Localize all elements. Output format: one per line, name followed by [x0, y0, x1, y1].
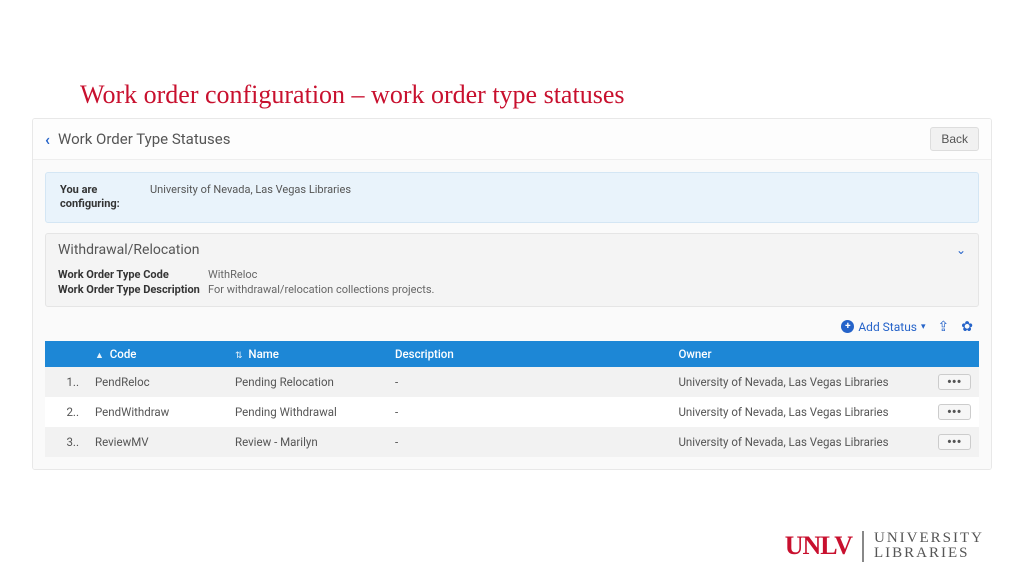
page-title: Work Order Type Statuses: [58, 130, 930, 148]
row-code: PendReloc: [87, 367, 227, 397]
configuring-value: University of Nevada, Las Vegas Librarie…: [150, 183, 351, 212]
table-action-bar: + Add Status ▾ ⇪ ✿: [45, 315, 979, 341]
unlv-wordmark: UNLV: [785, 531, 852, 561]
table-row: 1.. PendReloc Pending Relocation - Unive…: [45, 367, 979, 397]
status-table: ▲ Code ⇅ Name Description Owner 1.. Pend…: [45, 341, 979, 457]
row-owner: University of Nevada, Las Vegas Librarie…: [670, 397, 930, 427]
type-details: Work Order Type Code WithReloc Work Orde…: [46, 268, 978, 306]
plus-circle-icon: +: [841, 320, 854, 333]
row-description: -: [387, 427, 670, 457]
row-description: -: [387, 397, 670, 427]
type-code-label: Work Order Type Code: [58, 268, 208, 281]
row-name: Pending Relocation: [227, 367, 387, 397]
col-header-code[interactable]: ▲ Code: [87, 341, 227, 367]
slide-title: Work order configuration – work order ty…: [80, 80, 624, 110]
chevron-down-icon[interactable]: ⌄: [956, 243, 966, 257]
row-description: -: [387, 367, 670, 397]
status-table-head: ▲ Code ⇅ Name Description Owner: [45, 341, 979, 367]
export-icon[interactable]: ⇪: [938, 319, 950, 335]
configuring-banner: You are configuring: University of Nevad…: [45, 172, 979, 223]
col-header-actions: [930, 341, 979, 367]
gear-icon[interactable]: ✿: [961, 319, 973, 335]
caret-down-icon: ▾: [921, 322, 926, 332]
work-order-type-panel: Withdrawal/Relocation ⌄ Work Order Type …: [45, 233, 979, 307]
col-header-name-label: Name: [248, 347, 279, 361]
sort-both-icon: ⇅: [235, 351, 243, 361]
back-chevron-icon[interactable]: ‹: [45, 130, 50, 149]
table-row: 2.. PendWithdraw Pending Withdrawal - Un…: [45, 397, 979, 427]
col-header-code-label: Code: [110, 347, 137, 361]
unlv-subtext: UNIVERSITY LIBRARIES: [862, 531, 984, 563]
row-code: PendWithdraw: [87, 397, 227, 427]
row-index: 1..: [45, 367, 87, 397]
row-owner: University of Nevada, Las Vegas Librarie…: [670, 427, 930, 457]
add-status-label: Add Status: [858, 320, 917, 334]
type-panel-title: Withdrawal/Relocation: [58, 242, 956, 258]
row-actions-button[interactable]: •••: [938, 434, 971, 450]
sort-asc-icon: ▲: [95, 351, 104, 361]
row-actions-button[interactable]: •••: [938, 404, 971, 420]
add-status-button[interactable]: + Add Status ▾: [841, 320, 925, 334]
col-header-index: [45, 341, 87, 367]
col-header-description[interactable]: Description: [387, 341, 670, 367]
page-header: ‹ Work Order Type Statuses Back: [33, 119, 991, 160]
col-header-owner[interactable]: Owner: [670, 341, 930, 367]
row-index: 3..: [45, 427, 87, 457]
footer-line1: UNIVERSITY: [874, 531, 984, 547]
row-name: Pending Withdrawal: [227, 397, 387, 427]
content-area: You are configuring: University of Nevad…: [33, 160, 991, 469]
row-index: 2..: [45, 397, 87, 427]
configuring-label: You are configuring:: [60, 183, 150, 212]
status-table-body: 1.. PendReloc Pending Relocation - Unive…: [45, 367, 979, 457]
col-header-name[interactable]: ⇅ Name: [227, 341, 387, 367]
type-desc-value: For withdrawal/relocation collections pr…: [208, 283, 434, 296]
app-frame: ‹ Work Order Type Statuses Back You are …: [32, 118, 992, 470]
back-button[interactable]: Back: [930, 127, 979, 151]
type-desc-label: Work Order Type Description: [58, 283, 208, 296]
row-owner: University of Nevada, Las Vegas Librarie…: [670, 367, 930, 397]
row-code: ReviewMV: [87, 427, 227, 457]
footer-logo: UNLV UNIVERSITY LIBRARIES: [785, 531, 984, 563]
type-panel-header[interactable]: Withdrawal/Relocation ⌄: [46, 234, 978, 266]
table-row: 3.. ReviewMV Review - Marilyn - Universi…: [45, 427, 979, 457]
row-actions-button[interactable]: •••: [938, 374, 971, 390]
row-name: Review - Marilyn: [227, 427, 387, 457]
footer-line2: LIBRARIES: [874, 546, 984, 562]
type-code-value: WithReloc: [208, 268, 257, 281]
